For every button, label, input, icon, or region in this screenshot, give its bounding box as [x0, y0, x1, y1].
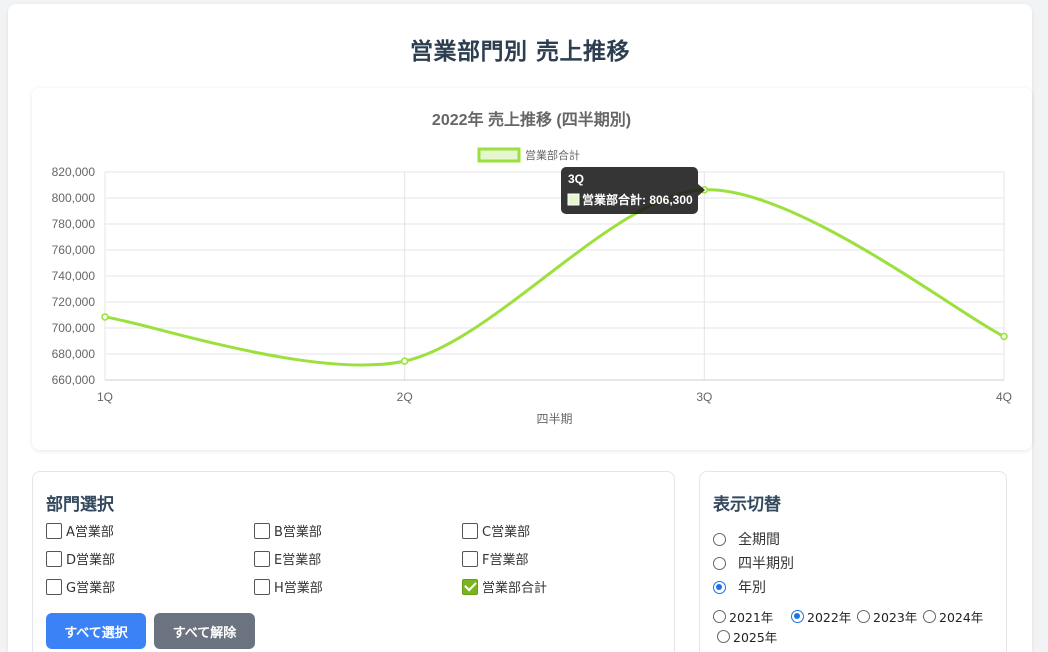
checkbox[interactable]: [462, 550, 478, 567]
tooltip-swatch: [567, 193, 580, 206]
year-label: 2021年: [729, 610, 774, 625]
chart-card: 2022年 売上推移 (四半期別) 営業部合計 820,000 800,000 780,…: [32, 88, 1032, 450]
year-radio-item[interactable]: 2021年: [713, 607, 773, 626]
legend-label: 営業部合計: [525, 148, 580, 162]
checkbox-label: H営業部: [274, 581, 323, 596]
series-line: [104, 188, 1005, 367]
checkbox[interactable]: [462, 578, 478, 595]
chart-title: 2022年 売上推移 (四半期別): [432, 110, 631, 129]
tooltip-title: 3Q: [568, 172, 584, 186]
year-label: 2025年: [733, 630, 778, 645]
year-radio-item[interactable]: 2023年: [857, 607, 917, 626]
checkbox-label: B営業部: [274, 525, 322, 540]
checkbox-label: G営業部: [66, 581, 116, 596]
radio-button[interactable]: [717, 630, 730, 643]
radio-button[interactable]: [923, 610, 936, 623]
select-all-button[interactable]: すべて選択: [46, 613, 146, 649]
x-tick-label: 4Q: [996, 390, 1012, 404]
y-tick-label: 720,000: [52, 295, 96, 309]
main-container: 営業部門別 売上推移 2022年 売上推移 (四半期別) 営業部合計 820,000…: [8, 4, 1032, 652]
checkbox-label: C営業部: [482, 525, 531, 540]
y-tick-label: 780,000: [52, 217, 96, 231]
year-radio-item[interactable]: 2025年: [717, 627, 777, 646]
checkbox[interactable]: [46, 550, 62, 567]
radio-button[interactable]: [857, 610, 870, 623]
x-tick-label: 3Q: [696, 390, 712, 404]
y-tick-label: 700,000: [52, 321, 96, 335]
year-label: 2024年: [939, 610, 984, 625]
radio-button[interactable]: [713, 580, 726, 594]
checkbox-label: 営業部合計: [482, 581, 548, 596]
clear-all-button[interactable]: すべて解除: [154, 613, 255, 649]
x-tick-label: 2Q: [397, 390, 413, 404]
view-mode-radio-item[interactable]: 四半期別: [713, 553, 794, 573]
radio-label: 四半期別: [738, 556, 794, 572]
radio-button[interactable]: [713, 532, 726, 546]
department-checkbox-item[interactable]: A営業部: [46, 521, 114, 540]
y-tick-label: 740,000: [52, 269, 96, 283]
department-panel-title: 部門選択: [46, 495, 114, 515]
radio-button[interactable]: [713, 610, 726, 623]
radio-label: 全期間: [738, 532, 780, 548]
department-checkbox-item[interactable]: F営業部: [462, 549, 528, 568]
x-axis-label: 四半期: [536, 412, 572, 426]
checkbox-label: F営業部: [482, 553, 529, 568]
y-tick-label: 660,000: [52, 373, 96, 387]
year-radio-item[interactable]: 2022年: [791, 607, 851, 626]
data-point: [101, 313, 109, 321]
y-tick-label: 680,000: [52, 347, 96, 361]
y-tick-label: 800,000: [52, 191, 96, 205]
department-checkbox-item[interactable]: C営業部: [462, 521, 530, 540]
y-tick-label: 820,000: [52, 165, 96, 179]
year-label: 2023年: [873, 610, 918, 625]
year-label: 2022年: [807, 610, 852, 625]
radio-button[interactable]: [713, 556, 726, 570]
checkbox-label: D営業部: [66, 553, 116, 568]
checkbox-label: E営業部: [274, 553, 322, 568]
sales-line-chart: 2022年 売上推移 (四半期別) 営業部合計 820,000 800,000 780,…: [52, 110, 1012, 426]
checkbox[interactable]: [254, 578, 270, 595]
checkbox[interactable]: [254, 550, 270, 567]
y-tick-label: 760,000: [52, 243, 96, 257]
checkbox[interactable]: [254, 522, 270, 539]
radio-label: 年別: [738, 580, 766, 596]
checkbox-label: A営業部: [66, 525, 114, 540]
view-panel-title: 表示切替: [713, 495, 781, 515]
department-checkbox-item[interactable]: B営業部: [254, 521, 322, 540]
x-tick-label: 1Q: [97, 390, 113, 404]
data-point: [1000, 332, 1008, 341]
view-mode-radio-item[interactable]: 年別: [713, 577, 766, 597]
legend-swatch: [477, 147, 521, 163]
year-radio-item[interactable]: 2024年: [923, 607, 983, 626]
checkbox[interactable]: [46, 578, 62, 595]
department-checkbox-item[interactable]: 営業部合計: [462, 577, 547, 596]
view-switch-panel: 表示切替 全期間四半期別年別 2021年 2022年 2023年 2024年 2025年: [699, 471, 1007, 652]
department-checkbox-item[interactable]: G営業部: [46, 577, 115, 596]
data-point: [400, 357, 409, 365]
checkbox[interactable]: [462, 522, 478, 539]
checkbox[interactable]: [46, 522, 62, 539]
department-checkbox-item[interactable]: D営業部: [46, 549, 115, 568]
department-checkbox-item[interactable]: E営業部: [254, 549, 321, 568]
department-checkbox-item[interactable]: H営業部: [254, 577, 323, 596]
tooltip-label: 営業部合計: 806,300: [582, 192, 693, 207]
view-mode-radio-item[interactable]: 全期間: [713, 529, 780, 549]
radio-button[interactable]: [791, 610, 804, 623]
department-selection-panel: 部門選択 A営業部 B営業部 C営業部 D営業部 E営業部 F営業部 G営業部 H営業部 営業部…: [32, 471, 675, 652]
